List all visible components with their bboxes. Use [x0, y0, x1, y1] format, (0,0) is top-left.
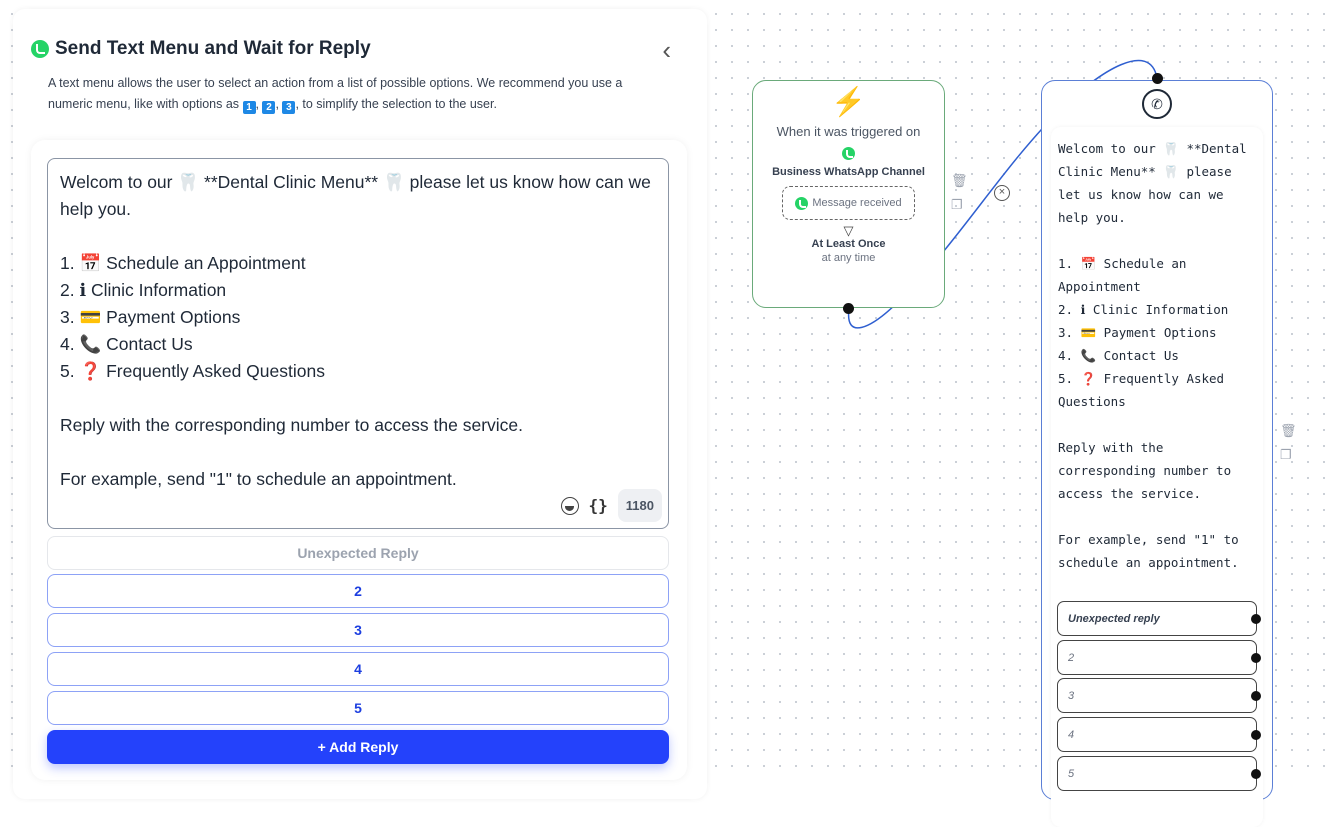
node-output-3[interactable]: 3 — [1057, 678, 1261, 713]
panel-title: Send Text Menu and Wait for Reply — [55, 38, 371, 59]
reply-option-2[interactable]: 2 — [47, 574, 669, 608]
whatsapp-icon: ✆ — [1142, 89, 1172, 119]
menu-node[interactable]: ✆ Welcom to our 🦷 **Dental Clinic Menu**… — [1041, 80, 1273, 827]
key-2-icon: 2 — [262, 101, 276, 114]
node-output-4[interactable]: 4 — [1057, 717, 1261, 752]
output-handle[interactable] — [1251, 614, 1261, 624]
unexpected-reply-button[interactable]: Unexpected Reply — [47, 536, 669, 570]
settings-panel: Send Text Menu and Wait for Reply ‹ A te… — [13, 9, 707, 799]
message-card: Welcom to our 🦷 **Dental Clinic Menu** 🦷… — [31, 140, 687, 780]
trigger-event[interactable]: Message received — [782, 186, 915, 220]
menu-input-handle[interactable] — [1152, 73, 1163, 84]
char-count: 1180 — [617, 489, 662, 522]
output-handle[interactable] — [1251, 769, 1261, 779]
whatsapp-icon — [842, 147, 855, 161]
trigger-heading: When it was triggered on — [776, 124, 921, 139]
trigger-frequency: At Least Once — [811, 238, 886, 250]
whatsapp-icon — [795, 196, 809, 210]
panel-description: A text menu allows the user to select an… — [48, 76, 623, 114]
node-output-2[interactable]: 2 — [1057, 640, 1261, 675]
output-handle[interactable] — [1251, 691, 1261, 701]
whatsapp-icon — [31, 40, 49, 58]
add-reply-button[interactable]: + Add Reply — [47, 730, 669, 764]
copy-icon[interactable]: ❐ — [1280, 447, 1297, 463]
variables-icon[interactable]: {} — [589, 492, 608, 519]
reply-option-3[interactable]: 3 — [47, 613, 669, 647]
node-output-unexpected[interactable]: Unexpected reply — [1057, 601, 1261, 636]
reply-option-4[interactable]: 4 — [47, 652, 669, 686]
message-editor[interactable]: Welcom to our 🦷 **Dental Clinic Menu** 🦷… — [47, 158, 669, 529]
menu-node-actions: 🗑 ❐ — [1280, 423, 1297, 463]
panel-header: Send Text Menu and Wait for Reply — [31, 38, 371, 60]
trigger-node-actions: 🗑 ❐ — [951, 173, 968, 213]
filter-icon: ▽ — [843, 223, 854, 238]
copy-icon[interactable]: ❐ — [951, 197, 968, 213]
delete-edge-icon[interactable]: × — [994, 185, 1010, 201]
trash-icon[interactable]: 🗑 — [1280, 423, 1297, 439]
key-1-icon: 1 — [242, 101, 256, 114]
key-3-icon: 3 — [282, 101, 296, 114]
trigger-output-handle[interactable] — [843, 303, 854, 314]
node-output-5[interactable]: 5 — [1057, 756, 1261, 791]
trash-icon[interactable]: 🗑 — [951, 173, 968, 189]
reply-option-5[interactable]: 5 — [47, 691, 669, 725]
output-handle[interactable] — [1251, 653, 1261, 663]
trigger-node[interactable]: ⚡ When it was triggered on Business What… — [752, 80, 945, 308]
emoji-icon[interactable] — [560, 496, 579, 515]
trigger-timing: at any time — [821, 252, 876, 264]
output-handle[interactable] — [1251, 730, 1261, 740]
trigger-channel: Business WhatsApp Channel — [772, 166, 925, 178]
lightning-icon: ⚡ — [831, 86, 866, 117]
chevron-left-icon[interactable]: ‹ — [662, 37, 671, 63]
message-text: Welcom to our 🦷 **Dental Clinic Menu** 🦷… — [60, 172, 651, 489]
